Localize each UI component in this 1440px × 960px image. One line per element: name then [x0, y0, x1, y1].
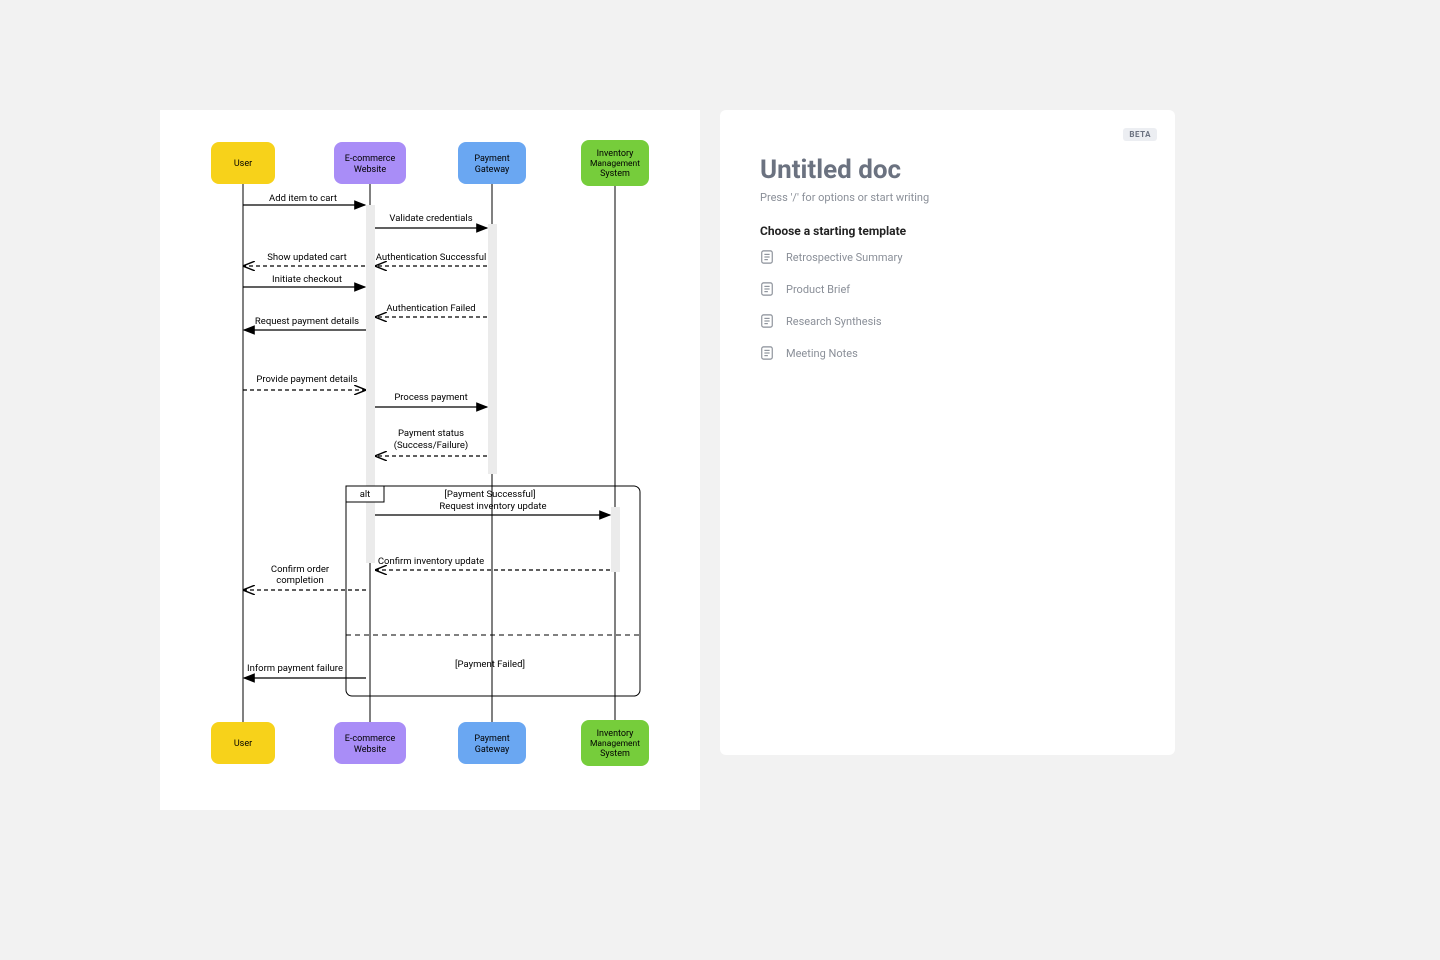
sequence-diagram-svg: User E-commerce Website Payment Gateway …	[160, 110, 700, 810]
document-icon	[760, 250, 774, 264]
svg-text:E-commerce: E-commerce	[345, 154, 396, 164]
svg-text:Inventory: Inventory	[597, 729, 635, 739]
actor-site-bottom: E-commerce Website	[334, 722, 406, 764]
msg-req-inventory: Request inventory update	[439, 501, 546, 512]
msg-inform-failure: Inform payment failure	[247, 663, 343, 674]
svg-text:Gateway: Gateway	[475, 165, 510, 175]
svg-text:Management: Management	[590, 739, 640, 749]
msg-auth-fail: Authentication Failed	[386, 303, 475, 314]
template-label: Research Synthesis	[786, 315, 882, 328]
msg-confirm-inventory: Confirm inventory update	[378, 556, 484, 567]
template-research-synthesis[interactable]: Research Synthesis	[760, 312, 1135, 330]
sequence-diagram-panel: User E-commerce Website Payment Gateway …	[160, 110, 700, 810]
msg-checkout: Initiate checkout	[272, 274, 342, 285]
template-label: Meeting Notes	[786, 347, 858, 360]
activation-site-2	[366, 390, 375, 563]
msg-validate: Validate credentials	[389, 213, 472, 224]
alt-guard-1: [Payment Successful]	[444, 489, 535, 500]
actor-user-top: User	[211, 142, 275, 184]
svg-text:Payment: Payment	[474, 154, 509, 164]
document-subtitle: Press '/' for options or start writing	[760, 191, 1135, 204]
document-icon	[760, 346, 774, 360]
actor-user-bottom: User	[211, 722, 275, 764]
svg-text:User: User	[234, 739, 252, 749]
svg-text:Management: Management	[590, 159, 640, 169]
document-editor-panel[interactable]: BETA Untitled doc Press '/' for options …	[720, 110, 1175, 755]
template-label: Product Brief	[786, 283, 850, 296]
alt-guard-2: [Payment Failed]	[455, 659, 525, 670]
svg-text:Website: Website	[354, 165, 386, 175]
activation-site-1	[366, 205, 375, 390]
document-title[interactable]: Untitled doc	[760, 155, 1135, 185]
beta-badge: BETA	[1123, 128, 1157, 141]
svg-text:System: System	[600, 169, 630, 179]
svg-text:System: System	[600, 749, 630, 759]
msg-process: Process payment	[394, 392, 467, 403]
svg-text:Inventory: Inventory	[597, 149, 635, 159]
actor-site-top: E-commerce Website	[334, 142, 406, 184]
svg-text:User: User	[234, 159, 252, 169]
activation-inventory	[611, 507, 620, 572]
msg-show-cart: Show updated cart	[267, 252, 346, 263]
actor-inventory-bottom: Inventory Management System	[581, 720, 649, 766]
msg-confirm-order-a: Confirm order	[271, 564, 330, 575]
template-meeting-notes[interactable]: Meeting Notes	[760, 344, 1135, 362]
msg-add-item: Add item to cart	[269, 193, 337, 204]
msg-confirm-order-b: completion	[276, 575, 324, 586]
msg-provide-payment: Provide payment details	[256, 374, 357, 385]
template-retrospective[interactable]: Retrospective Summary	[760, 248, 1135, 266]
msg-auth-success: Authentication Successful	[376, 252, 487, 263]
msg-status-a: Payment status	[398, 428, 464, 439]
msg-req-payment: Request payment details	[255, 316, 359, 327]
template-list: Retrospective Summary Product Brief Rese…	[760, 248, 1135, 362]
msg-status-b: (Success/Failure)	[394, 440, 468, 451]
document-icon	[760, 282, 774, 296]
svg-text:E-commerce: E-commerce	[345, 734, 396, 744]
template-header: Choose a starting template	[760, 224, 1135, 238]
svg-text:Gateway: Gateway	[475, 745, 510, 755]
template-label: Retrospective Summary	[786, 251, 903, 264]
svg-text:Payment: Payment	[474, 734, 509, 744]
actor-gateway-top: Payment Gateway	[458, 142, 526, 184]
template-product-brief[interactable]: Product Brief	[760, 280, 1135, 298]
alt-operator: alt	[360, 489, 371, 500]
actor-inventory-top: Inventory Management System	[581, 140, 649, 186]
activation-gateway-1	[488, 224, 497, 474]
document-icon	[760, 314, 774, 328]
actor-gateway-bottom: Payment Gateway	[458, 722, 526, 764]
svg-text:Website: Website	[354, 745, 386, 755]
